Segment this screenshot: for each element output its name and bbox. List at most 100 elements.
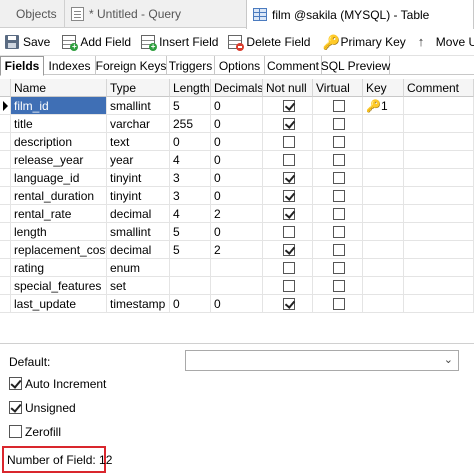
virtual-checkbox[interactable] (333, 208, 345, 220)
field-comment-cell[interactable] (404, 277, 474, 295)
not-null-checkbox[interactable] (283, 172, 295, 184)
virtual-checkbox[interactable] (333, 154, 345, 166)
table-row[interactable]: title varchar 255 0 (0, 115, 474, 133)
field-length-cell[interactable] (170, 277, 211, 295)
key-cell[interactable] (363, 205, 404, 223)
table-row[interactable]: rental_rate decimal 4 2 (0, 205, 474, 223)
table-row[interactable]: replacement_cost decimal 5 2 (0, 241, 474, 259)
field-decimals-cell[interactable]: 0 (211, 133, 263, 151)
field-decimals-cell[interactable]: 0 (211, 223, 263, 241)
column-header-length[interactable]: Length (170, 79, 211, 97)
field-comment-cell[interactable] (404, 169, 474, 187)
field-decimals-cell[interactable] (211, 277, 263, 295)
table-row[interactable]: special_features set (0, 277, 474, 295)
field-type-cell[interactable]: smallint (107, 223, 170, 241)
field-decimals-cell[interactable] (211, 259, 263, 277)
table-row[interactable]: description text 0 0 (0, 133, 474, 151)
field-decimals-cell[interactable]: 0 (211, 295, 263, 313)
field-type-cell[interactable]: smallint (107, 97, 170, 115)
field-decimals-cell[interactable]: 0 (211, 187, 263, 205)
not-null-checkbox[interactable] (283, 262, 295, 274)
field-comment-cell[interactable] (404, 241, 474, 259)
field-length-cell[interactable]: 5 (170, 241, 211, 259)
field-length-cell[interactable]: 3 (170, 187, 211, 205)
key-cell[interactable] (363, 187, 404, 205)
field-decimals-cell[interactable]: 2 (211, 205, 263, 223)
key-cell[interactable] (363, 295, 404, 313)
save-button[interactable]: Save (0, 31, 55, 53)
key-cell[interactable] (363, 259, 404, 277)
key-cell[interactable] (363, 115, 404, 133)
field-type-cell[interactable]: year (107, 151, 170, 169)
key-cell[interactable] (363, 241, 404, 259)
not-null-checkbox[interactable] (283, 280, 295, 292)
table-row[interactable]: language_id tinyint 3 0 (0, 169, 474, 187)
field-length-cell[interactable]: 3 (170, 169, 211, 187)
field-name-cell[interactable]: rating (11, 259, 107, 277)
field-length-cell[interactable] (170, 259, 211, 277)
move-up-button[interactable]: ↑ Move Up (413, 31, 474, 53)
field-name-cell[interactable]: description (11, 133, 107, 151)
default-select[interactable]: ⌄ (185, 350, 459, 371)
tab-triggers[interactable]: Triggers (167, 56, 215, 75)
key-cell[interactable] (363, 277, 404, 295)
field-length-cell[interactable]: 4 (170, 151, 211, 169)
field-name-cell[interactable]: language_id (11, 169, 107, 187)
tab-comment[interactable]: Comment (265, 56, 322, 75)
field-name-cell[interactable]: length (11, 223, 107, 241)
field-type-cell[interactable]: decimal (107, 205, 170, 223)
virtual-checkbox[interactable] (333, 226, 345, 238)
field-comment-cell[interactable] (404, 259, 474, 277)
table-row[interactable]: last_update timestamp 0 0 (0, 295, 474, 313)
field-name-cell[interactable]: rental_rate (11, 205, 107, 223)
key-cell[interactable] (363, 133, 404, 151)
virtual-checkbox[interactable] (333, 262, 345, 274)
column-header-key[interactable]: Key (363, 79, 404, 97)
virtual-checkbox[interactable] (333, 298, 345, 310)
field-comment-cell[interactable] (404, 187, 474, 205)
column-header-type[interactable]: Type (107, 79, 170, 97)
tab-objects[interactable]: Objects (0, 0, 64, 28)
field-type-cell[interactable]: enum (107, 259, 170, 277)
field-length-cell[interactable]: 0 (170, 133, 211, 151)
key-cell[interactable] (363, 169, 404, 187)
virtual-checkbox[interactable] (333, 280, 345, 292)
virtual-checkbox[interactable] (333, 136, 345, 148)
tab-foreign-keys[interactable]: Foreign Keys (96, 56, 167, 75)
zerofill-checkbox[interactable] (9, 425, 22, 438)
field-type-cell[interactable]: tinyint (107, 169, 170, 187)
field-name-cell[interactable]: special_features (11, 277, 107, 295)
not-null-checkbox[interactable] (283, 100, 295, 112)
field-name-cell[interactable]: replacement_cost (11, 241, 107, 259)
delete-field-button[interactable]: Delete Field (223, 31, 315, 53)
not-null-checkbox[interactable] (283, 208, 295, 220)
field-comment-cell[interactable] (404, 295, 474, 313)
field-name-cell[interactable]: film_id (11, 97, 107, 115)
tab-indexes[interactable]: Indexes (44, 56, 96, 75)
tab-options[interactable]: Options (215, 56, 265, 75)
table-row[interactable]: rating enum (0, 259, 474, 277)
field-length-cell[interactable]: 0 (170, 295, 211, 313)
table-row[interactable]: release_year year 4 0 (0, 151, 474, 169)
primary-key-button[interactable]: 🔑 Primary Key (317, 31, 410, 53)
field-name-cell[interactable]: release_year (11, 151, 107, 169)
not-null-checkbox[interactable] (283, 154, 295, 166)
virtual-checkbox[interactable] (333, 118, 345, 130)
field-comment-cell[interactable] (404, 97, 474, 115)
field-decimals-cell[interactable]: 0 (211, 151, 263, 169)
field-comment-cell[interactable] (404, 133, 474, 151)
key-cell[interactable]: 🔑1 (363, 97, 404, 115)
field-comment-cell[interactable] (404, 151, 474, 169)
field-decimals-cell[interactable]: 0 (211, 115, 263, 133)
tab-sql-preview[interactable]: SQL Preview (321, 56, 390, 75)
column-header-name[interactable]: Name (11, 79, 107, 97)
field-comment-cell[interactable] (404, 223, 474, 241)
key-cell[interactable] (363, 151, 404, 169)
table-row[interactable]: film_id smallint 5 0 🔑1 (0, 97, 474, 115)
field-decimals-cell[interactable]: 0 (211, 97, 263, 115)
virtual-checkbox[interactable] (333, 244, 345, 256)
not-null-checkbox[interactable] (283, 190, 295, 202)
field-length-cell[interactable]: 5 (170, 97, 211, 115)
insert-field-button[interactable]: + Insert Field (136, 31, 223, 53)
column-header-virtual[interactable]: Virtual (313, 79, 363, 97)
